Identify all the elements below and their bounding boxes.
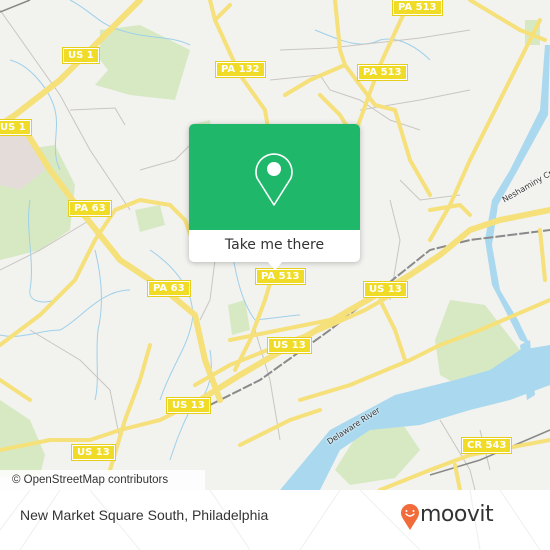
road-shield-pa63: PA 63	[147, 280, 191, 297]
moovit-wordmark: moovit	[420, 502, 494, 527]
road-shield-us1: US 1	[0, 119, 32, 136]
road	[0, 378, 32, 402]
road	[428, 203, 472, 217]
osm-attribution[interactable]: © OpenStreetMap contributors	[0, 470, 205, 490]
road-shield-pa513: PA 513	[357, 64, 408, 81]
stream	[314, 29, 431, 61]
minor-road	[69, 107, 126, 126]
minor-road	[279, 29, 471, 51]
park	[0, 400, 45, 478]
park	[95, 25, 190, 100]
road-shield-cr543: CR 543	[460, 437, 513, 454]
road	[108, 343, 152, 472]
road-shield-us13: US 13	[267, 337, 312, 354]
minor-road	[399, 179, 461, 201]
road	[228, 298, 372, 342]
road-shield-pa63: PA 63	[68, 200, 112, 217]
road-shield-us13: US 13	[166, 397, 211, 414]
road-shield-us13: US 13	[71, 444, 116, 461]
minor-road	[139, 144, 191, 171]
railway	[0, 0, 31, 13]
popup-header	[189, 124, 360, 230]
take-me-there-button[interactable]: Take me there	[189, 230, 360, 262]
moovit-pin-icon	[401, 504, 419, 530]
road-shield-pa513: PA 513	[392, 0, 443, 16]
stream	[149, 249, 194, 401]
road-shield-pa132: PA 132	[215, 61, 266, 78]
road-shield-us1: US 1	[62, 47, 100, 64]
road	[538, 228, 547, 282]
place-name: New Market Square South, Philadelphia	[20, 507, 269, 523]
road-shield-pa513: PA 513	[255, 268, 306, 285]
location-pin-icon	[255, 153, 293, 206]
road	[283, 63, 347, 97]
road	[378, 298, 407, 362]
road-shield-us13: US 13	[363, 281, 408, 298]
park	[135, 205, 165, 232]
road	[453, 463, 462, 490]
popup-pointer	[267, 261, 283, 270]
map-view[interactable]: US 1 US 1 PA 132 PA 513 PA 513 PA 513 PA…	[0, 0, 550, 490]
minor-road	[29, 329, 121, 441]
stream	[94, 249, 102, 401]
location-popup: Take me there	[189, 124, 360, 270]
road	[213, 3, 232, 22]
footer-bar: New Market Square South, Philadelphia mo…	[0, 490, 550, 550]
delaware-river	[280, 345, 550, 490]
